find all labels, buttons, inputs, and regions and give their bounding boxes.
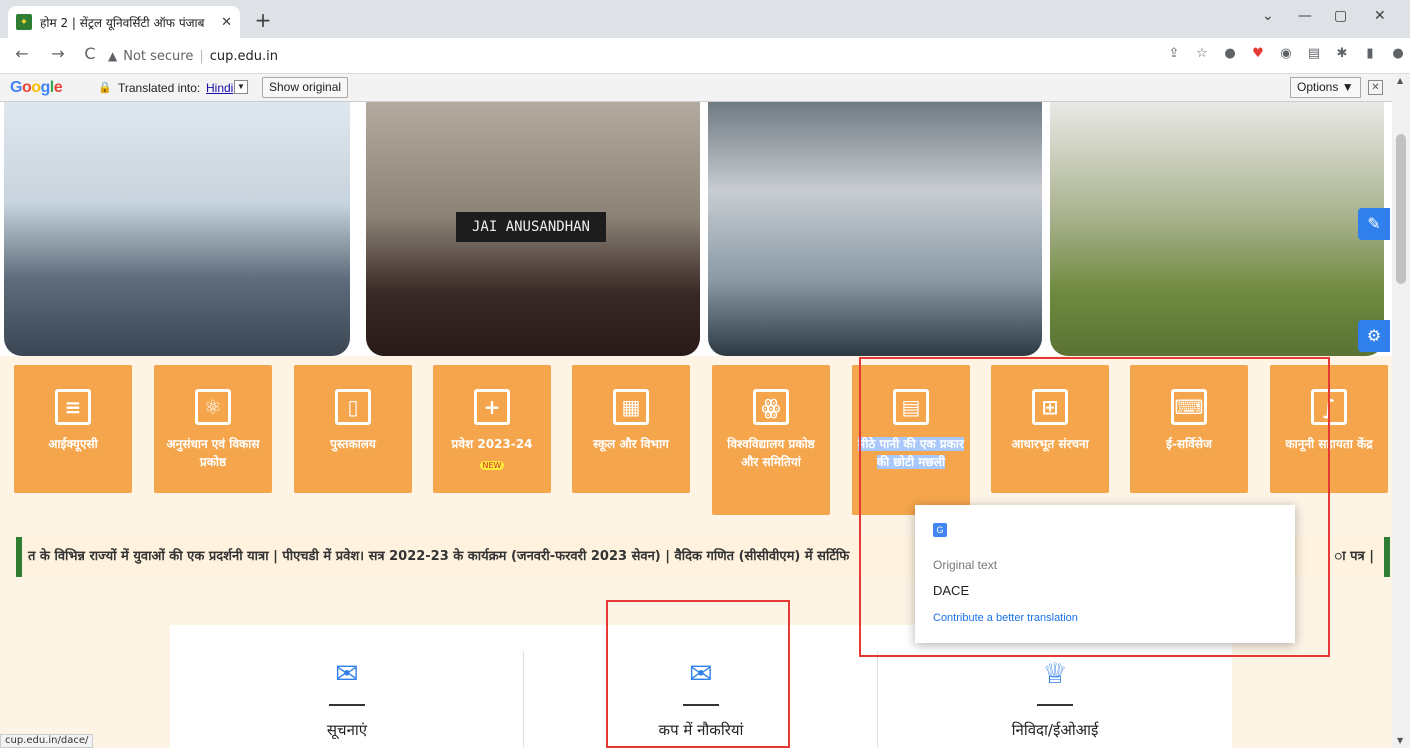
book-icon: ▯ <box>335 389 371 425</box>
browser-toolbar: ← → C ▲ Not secure | cup.edu.in ⇪ ☆ ● ♥ … <box>0 38 1410 74</box>
people-icon: ꙮ <box>753 389 789 425</box>
minimize-button[interactable]: — <box>1298 8 1312 24</box>
options-button[interactable]: Options ▼ <box>1290 77 1361 98</box>
browser-tab[interactable]: ✦ होम 2 | सेंट्रल यूनिवर्सिटी ऑफ पंजाब ✕ <box>8 6 240 38</box>
google-translate-bar: Google 🔒 Translated into: Hindi ▼ Show o… <box>0 74 1410 102</box>
extensions-puzzle-icon[interactable]: ✱ <box>1334 46 1350 62</box>
tile-label: विश्वविद्यालय प्रकोष्ठ और समितियां <box>727 437 815 469</box>
card-label: सूचनाएं <box>326 721 368 739</box>
settings-gear-button[interactable]: ⚙ <box>1358 320 1390 352</box>
tile-admission[interactable]: + प्रवेश 2023-24 NEW <box>433 365 551 493</box>
extension-w-icon[interactable]: ◉ <box>1278 46 1294 62</box>
share-icon[interactable]: ⇪ <box>1166 46 1182 62</box>
eyedropper-button[interactable]: ✎ <box>1358 208 1390 240</box>
site-favicon-icon: ✦ <box>16 14 32 30</box>
show-original-button[interactable]: Show original <box>262 77 349 98</box>
card-underline <box>1037 704 1073 706</box>
ticker-text-right: ा पत्र | <box>1330 537 1374 577</box>
reload-button[interactable]: C <box>78 44 102 63</box>
tile-schools[interactable]: ▦ स्कूल और विभाग <box>572 365 690 493</box>
tab-strip: ✦ होम 2 | सेंट्रल यूनिवर्सिटी ऑफ पंजाब ✕… <box>0 0 1410 38</box>
google-logo: Google <box>10 79 63 96</box>
extension-heart-icon[interactable]: ♥ <box>1250 46 1266 62</box>
admission-icon: + <box>474 389 510 425</box>
slide-students-image: JAI ANUSANDHAN <box>366 102 700 356</box>
maximize-button[interactable]: ▢ <box>1334 8 1347 24</box>
tile-label: स्कूल और विभाग <box>593 437 669 451</box>
envelope-check-icon: ✉ <box>335 657 359 690</box>
card-label: निविदा/ईओआई <box>1011 721 1099 739</box>
extension-news-icon[interactable]: ▤ <box>1306 46 1322 62</box>
tile-library[interactable]: ▯ पुस्तकालय <box>294 365 412 493</box>
tile-label: प्रवेश 2023-24 <box>451 437 533 451</box>
language-dropdown-icon[interactable]: ▼ <box>234 80 248 94</box>
side-panel-icon[interactable]: ▮ <box>1362 46 1378 62</box>
address-bar[interactable]: ▲ Not secure | cup.edu.in <box>108 42 1158 70</box>
annotation-box-jobs <box>606 600 790 748</box>
new-tab-button[interactable]: + <box>250 8 276 32</box>
translate-close-icon[interactable]: ✕ <box>1368 80 1383 95</box>
url-separator: | <box>199 48 204 64</box>
forward-button[interactable]: → <box>46 44 70 63</box>
profile-avatar-icon[interactable]: ● <box>1390 46 1406 62</box>
slide-test-tubes-image <box>708 102 1042 356</box>
ticker-text: त के विभिन्न राज्यों में युवाओं की एक प्… <box>28 549 850 564</box>
jai-anusandhan-sign: JAI ANUSANDHAN <box>456 212 606 242</box>
tab-title: होम 2 | सेंट्रल यूनिवर्सिटी ऑफ पंजाब <box>40 15 205 30</box>
extension-icons: ⇪ ☆ ● ♥ ◉ ▤ ✱ ▮ ● ⋮ <box>1166 46 1410 62</box>
slide-lawn-image <box>1050 102 1384 356</box>
building-icon: ▦ <box>613 389 649 425</box>
new-badge: NEW <box>479 461 505 470</box>
back-button[interactable]: ← <box>10 44 34 63</box>
warning-icon[interactable]: ▲ <box>108 49 117 63</box>
gift-icon: ♕ <box>1042 657 1068 690</box>
tile-label: पुस्तकालय <box>330 437 376 451</box>
tab-search-icon[interactable]: ⌄ <box>1262 8 1274 24</box>
document-icon: ≡ <box>55 389 91 425</box>
lock-icon: 🔒 <box>98 82 112 94</box>
close-window-button[interactable]: ✕ <box>1374 8 1386 24</box>
status-bar-url: cup.edu.in/dace/ <box>0 734 94 748</box>
url-text: cup.edu.in <box>209 48 278 64</box>
card-underline <box>329 704 365 706</box>
page-scrollbar[interactable]: ▲ ▼ <box>1392 74 1410 748</box>
tile-iqac[interactable]: ≡ आईक्यूएसी <box>14 365 132 493</box>
slide-laboratory-image <box>4 102 350 356</box>
image-slider: JAI ANUSANDHAN ✎ ⚙ <box>0 102 1392 356</box>
tab-close-icon[interactable]: ✕ <box>221 15 232 30</box>
scrollbar-thumb[interactable] <box>1396 134 1406 284</box>
annotation-box-dace <box>859 357 1330 657</box>
not-secure-label: Not secure <box>123 48 194 64</box>
bookmark-star-icon[interactable]: ☆ <box>1194 46 1210 62</box>
translated-into-label: Translated into: <box>118 81 201 95</box>
card-notices[interactable]: ✉ सूचनाएं <box>170 625 524 748</box>
scroll-up-icon[interactable]: ▲ <box>1397 76 1403 85</box>
tile-label: आईक्यूएसी <box>48 437 98 451</box>
language-link[interactable]: Hindi <box>206 81 233 95</box>
atom-icon: ⚛ <box>195 389 231 425</box>
scroll-down-icon[interactable]: ▼ <box>1397 736 1403 745</box>
tile-research[interactable]: ⚛ अनुसंधान एवं विकास प्रकोष्ठ <box>154 365 272 493</box>
tile-cells-committees[interactable]: ꙮ विश्वविद्यालय प्रकोष्ठ और समितियां <box>712 365 830 515</box>
extension-gray-icon[interactable]: ● <box>1222 46 1238 62</box>
tile-label: अनुसंधान एवं विकास प्रकोष्ठ <box>166 437 260 469</box>
